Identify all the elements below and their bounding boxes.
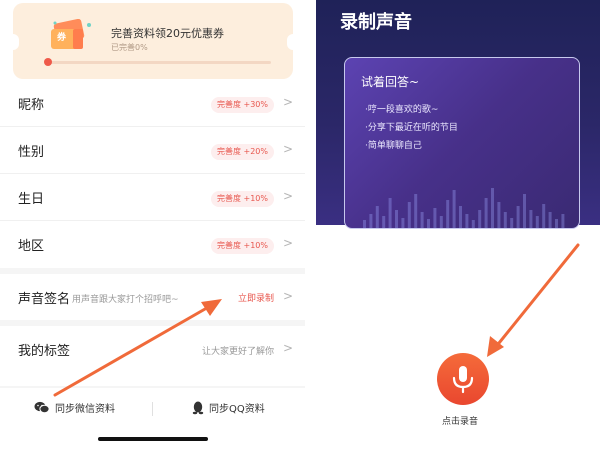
my-tags-hint: 让大家更好了解你	[201, 347, 274, 357]
record-now-link[interactable]: 立即录制	[238, 291, 274, 304]
waveform-bar	[439, 216, 443, 228]
waveform-bar	[407, 202, 411, 228]
completion-badge: 完善度 +10%	[210, 191, 274, 207]
microphone-icon	[452, 366, 474, 394]
row-nickname[interactable]: 昵称 完善度 +30% >	[0, 80, 305, 127]
chevron-right-icon: >	[282, 189, 293, 203]
profile-edit-panel: 券 完善资料领20元优惠券 已完善0% 昵称 完善度 +30% > 性别 完善度…	[0, 0, 316, 450]
row-my-tags[interactable]: 我的标签 让大家更好了解你 >	[0, 326, 305, 373]
row-label: 性别	[18, 145, 45, 160]
row-region[interactable]: 地区 完善度 +10% >	[0, 221, 305, 268]
waveform-bar	[484, 198, 488, 228]
page-title: 录制声音	[340, 12, 412, 33]
prompt-bullet: ·分享下最近在听的节目	[365, 123, 458, 133]
coupon-notch-right	[287, 34, 293, 50]
prompt-card-title: 试着回答~	[361, 75, 420, 89]
prompt-bullet: ·简单聊聊自己	[365, 141, 422, 151]
row-voice-signature[interactable]: 声音签名 用声音跟大家打个招呼吧~ 立即录制 >	[0, 274, 305, 321]
waveform-bar	[503, 212, 507, 228]
record-label: 点击录音	[442, 417, 479, 427]
sync-qq-button[interactable]: 同步QQ资料	[192, 400, 265, 415]
coupon-progress-bar	[48, 61, 271, 64]
chevron-right-icon: >	[282, 236, 293, 250]
waveform-bar	[382, 216, 386, 228]
chevron-right-icon: >	[282, 341, 293, 355]
waveform-bar	[542, 204, 546, 228]
prompt-bullet: ·哼一段喜欢的歌~	[365, 105, 439, 115]
waveform-bar	[401, 218, 405, 228]
waveform-bar	[363, 220, 366, 228]
completion-badge: 完善度 +20%	[210, 144, 274, 160]
section-divider	[0, 386, 305, 388]
qq-icon	[192, 401, 204, 414]
sync-wechat-button[interactable]: 同步微信资料	[34, 400, 115, 415]
row-label: 生日	[18, 192, 45, 207]
waveform-bar	[433, 208, 437, 228]
waveform-bar	[465, 214, 469, 228]
waveform-bar	[375, 206, 379, 228]
row-label: 声音签名	[18, 292, 71, 307]
coupon-progress-dot	[44, 58, 52, 66]
waveform-bar	[471, 220, 475, 228]
completion-badge: 完善度 +30%	[210, 97, 274, 113]
waveform-bar	[427, 219, 430, 228]
waveform-bar	[369, 214, 373, 228]
row-label: 地区	[18, 239, 45, 254]
chevron-right-icon: >	[282, 289, 293, 303]
waveform-bar	[388, 198, 392, 228]
row-label: 我的标签	[18, 344, 71, 359]
chevron-right-icon: >	[282, 142, 293, 156]
coupon-banner[interactable]: 券 完善资料领20元优惠券 已完善0%	[13, 3, 293, 79]
home-indicator	[98, 437, 208, 441]
waveform-bar	[555, 219, 558, 228]
coupon-notch-left	[13, 34, 19, 50]
coupon-progress-text: 已完善0%	[111, 43, 148, 52]
waveform-bar	[535, 216, 539, 228]
waveform-bar	[446, 200, 450, 228]
wechat-icon	[34, 401, 50, 414]
waveform-decoration	[363, 188, 565, 228]
waveform-bar	[452, 190, 456, 228]
record-voice-panel: 录制声音 试着回答~ ·哼一段喜欢的歌~ ·分享下最近在听的节目 ·简单聊聊自己…	[316, 0, 600, 450]
waveform-bar	[395, 210, 398, 228]
completion-badge: 完善度 +10%	[210, 238, 274, 254]
waveform-bar	[510, 218, 514, 228]
waveform-bar	[414, 194, 418, 228]
waveform-bar	[420, 212, 424, 228]
waveform-bar	[548, 212, 552, 228]
waveform-bar	[478, 210, 482, 228]
waveform-bar	[497, 202, 501, 228]
voice-signature-hint: 用声音跟大家打个招呼吧~	[72, 295, 179, 305]
sync-qq-label: 同步QQ资料	[209, 404, 265, 415]
waveform-bar	[516, 206, 520, 228]
row-gender[interactable]: 性别 完善度 +20% >	[0, 127, 305, 174]
sync-bar: 同步微信资料 同步QQ资料	[0, 394, 305, 424]
prompt-card: 试着回答~ ·哼一段喜欢的歌~ ·分享下最近在听的节目 ·简单聊聊自己	[344, 57, 580, 229]
row-birthday[interactable]: 生日 完善度 +10% >	[0, 174, 305, 221]
ticket-glyph: 券	[57, 33, 67, 43]
waveform-bar	[459, 206, 462, 228]
waveform-bar	[523, 194, 526, 228]
waveform-bar	[491, 188, 494, 228]
ticket-icon	[51, 19, 91, 49]
waveform-bar	[561, 214, 565, 228]
coupon-title: 完善资料领20元优惠券	[111, 27, 224, 40]
record-button[interactable]	[437, 353, 489, 405]
row-label: 昵称	[18, 98, 45, 113]
sync-divider	[152, 402, 153, 416]
chevron-right-icon: >	[282, 95, 293, 109]
waveform-bar	[529, 210, 533, 228]
sync-wechat-label: 同步微信资料	[55, 404, 115, 415]
